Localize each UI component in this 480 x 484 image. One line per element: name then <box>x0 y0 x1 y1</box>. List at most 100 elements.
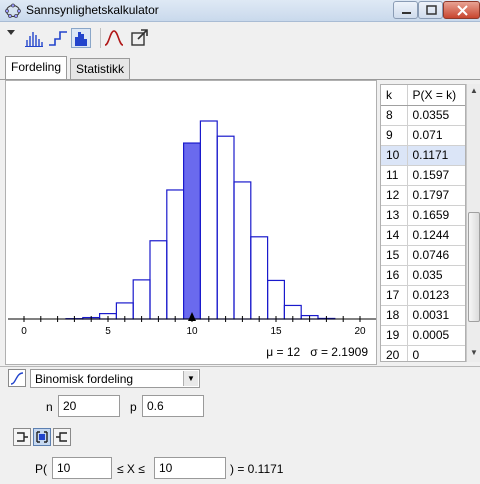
right-sided-icon <box>56 432 67 442</box>
table-cell-probability: 0.1659 <box>407 205 465 226</box>
normal-overlay-button[interactable] <box>104 28 124 48</box>
n-input[interactable] <box>58 395 120 417</box>
distribution-dropdown[interactable]: Binomisk fordeling ▼ <box>30 369 200 388</box>
table-row[interactable]: 15 0.0746 <box>381 245 465 266</box>
table-cell-probability: 0.0123 <box>407 285 465 306</box>
table-row[interactable]: 19 0.0005 <box>381 325 465 346</box>
app-icon <box>5 3 21 18</box>
distribution-plot[interactable]: 0 5 10 15 20 μ = 12 σ = 2.1909 <box>5 80 377 365</box>
p-input[interactable] <box>142 395 204 417</box>
inequality-label: ≤ X ≤ <box>117 462 145 476</box>
table-row[interactable]: 18 0.0031 <box>381 305 465 326</box>
table-row[interactable]: 12 0.1797 <box>381 185 465 206</box>
table-cell-k: 9 <box>381 125 408 146</box>
x-tick-label: 20 <box>354 326 366 337</box>
x-tick-label: 10 <box>186 326 198 337</box>
chart-bar <box>166 189 185 320</box>
table-cell-k: 14 <box>381 225 408 246</box>
interval-icon <box>36 431 48 443</box>
table-cell-k: 11 <box>381 165 408 186</box>
title-bar: Sannsynlighetskalkulator <box>0 0 480 22</box>
table-row[interactable]: 13 0.1659 <box>381 205 465 226</box>
table-row[interactable]: 8 0.0355 <box>381 105 465 126</box>
tab-fordeling-label: Fordeling <box>11 60 62 74</box>
column-header-k: k <box>381 85 408 106</box>
table-cell-k: 13 <box>381 205 408 226</box>
table-cell-k: 17 <box>381 285 408 306</box>
table-cell-probability: 0.0005 <box>407 325 465 346</box>
table-cell-probability: 0 <box>407 345 465 361</box>
table-cell-k: 10 <box>381 145 408 166</box>
scroll-up-icon[interactable]: ▲ <box>470 86 478 95</box>
close-button[interactable] <box>443 1 480 19</box>
left-sided-button[interactable] <box>13 428 31 446</box>
probability-table[interactable]: k P(X = k) 8 0.0355 9 0.071 10 0.1171 11 0.1597… <box>380 84 466 362</box>
table-cell-k: 15 <box>381 245 408 266</box>
table-cell-k: 20 <box>381 345 408 361</box>
x-tick-label: 15 <box>270 326 282 337</box>
cumulative-curve-icon <box>10 372 24 385</box>
table-cell-probability: 0.035 <box>407 265 465 286</box>
histogram-chart[interactable]: 0 5 10 15 20 <box>6 81 378 366</box>
scrollbar-thumb[interactable] <box>468 212 480 322</box>
cumulative-toggle-button[interactable] <box>8 369 26 387</box>
table-row[interactable]: 16 0.035 <box>381 265 465 286</box>
probability-open-label: P( <box>35 462 47 476</box>
tab-statistikk-label: Statistikk <box>76 62 125 76</box>
bar-graph-button[interactable] <box>24 28 44 48</box>
tab-statistikk[interactable]: Statistikk <box>70 58 131 79</box>
export-button[interactable] <box>130 28 150 48</box>
distribution-selected: Binomisk fordeling <box>35 372 134 386</box>
histogram-button[interactable] <box>71 28 91 48</box>
step-graph-button[interactable] <box>48 28 68 48</box>
column-header-probability: P(X = k) <box>407 85 465 106</box>
table-row[interactable]: 9 0.071 <box>381 125 465 146</box>
table-cell-probability: 0.0355 <box>407 105 465 126</box>
chart-bar <box>250 236 269 320</box>
maximize-icon <box>426 5 437 15</box>
chevron-down-icon[interactable]: ▼ <box>183 371 198 386</box>
table-cell-probability: 0.1171 <box>407 145 465 166</box>
panel-divider <box>0 366 480 367</box>
toolbar-separator <box>100 28 101 48</box>
step-graph-icon <box>49 31 67 46</box>
close-icon <box>457 5 468 16</box>
window-title: Sannsynlighetskalkulator <box>26 3 159 17</box>
lower-bound-input[interactable] <box>52 457 112 479</box>
table-row[interactable]: 10 0.1171 <box>381 145 465 166</box>
table-cell-k: 16 <box>381 265 408 286</box>
table-cell-k: 8 <box>381 105 408 126</box>
chart-bar <box>132 279 151 320</box>
bar-graph-icon <box>25 32 43 47</box>
interval-button[interactable] <box>33 428 51 446</box>
table-cell-probability: 0.1797 <box>407 185 465 206</box>
table-cell-probability: 0.071 <box>407 125 465 146</box>
chart-bar <box>183 142 202 320</box>
table-cell-k: 19 <box>381 325 408 346</box>
upper-bound-input[interactable] <box>154 457 226 479</box>
minimize-icon <box>402 12 411 14</box>
n-label: n <box>46 400 53 414</box>
table-cell-probability: 0.1597 <box>407 165 465 186</box>
chart-bar <box>216 135 235 320</box>
chart-bar <box>149 240 168 320</box>
right-sided-button[interactable] <box>53 428 71 446</box>
scroll-down-icon[interactable]: ▼ <box>470 348 478 357</box>
table-row[interactable]: 20 0 <box>381 345 465 361</box>
toolbar <box>0 22 480 54</box>
mean-label: μ = 12 <box>266 345 301 359</box>
export-icon <box>131 29 148 46</box>
table-scrollbar[interactable]: ▲ ▼ <box>466 84 480 362</box>
chart-bar <box>233 181 252 320</box>
tab-fordeling[interactable]: Fordeling <box>5 56 68 80</box>
chart-bar <box>199 120 218 320</box>
maximize-button[interactable] <box>418 1 443 19</box>
table-row[interactable]: 11 0.1597 <box>381 165 465 186</box>
probability-result: ) = 0.1171 <box>230 462 284 476</box>
table-row[interactable]: 14 0.1244 <box>381 225 465 246</box>
table-cell-probability: 0.1244 <box>407 225 465 246</box>
table-row[interactable]: 17 0.0123 <box>381 285 465 306</box>
minimize-button[interactable] <box>393 1 418 19</box>
table-cell-probability: 0.0031 <box>407 305 465 326</box>
menu-triangle-icon[interactable] <box>6 28 16 38</box>
